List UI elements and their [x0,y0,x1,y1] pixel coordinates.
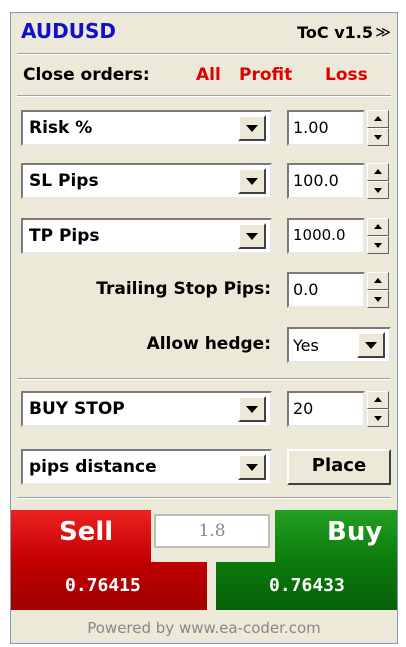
spin-up-icon[interactable] [367,218,389,236]
risk-value-input[interactable]: 1.00 [287,110,365,146]
close-all-link[interactable]: All [196,65,221,85]
pending-distance-spinner[interactable] [367,391,389,427]
trade-panel: AUDUSD ToC v1.5 ≫ Close orders: All Prof… [10,12,398,644]
dropdown-arrow-icon[interactable] [238,454,266,480]
close-orders-label: Close orders: [23,65,150,85]
dropdown-arrow-icon[interactable] [238,115,266,141]
order-type-select[interactable]: BUY STOP [21,391,272,427]
close-loss-link[interactable]: Loss [325,65,368,85]
trailing-stop-spinner[interactable] [367,272,389,308]
close-profit-link[interactable]: Profit [239,65,292,85]
divider [17,497,391,499]
dropdown-arrow-icon[interactable] [357,332,385,358]
sl-spinner[interactable] [367,163,389,199]
spin-down-icon[interactable] [367,128,389,146]
spin-up-icon[interactable] [367,163,389,181]
risk-mode-value: Risk % [29,118,93,138]
footer-credit: Powered by www.ea-coder.com [87,619,321,637]
divider [17,95,391,97]
distance-mode-value: pips distance [29,457,157,477]
distance-mode-select[interactable]: pips distance [21,449,272,485]
tp-value-input[interactable]: 1000.0 [287,218,365,254]
spin-down-icon[interactable] [367,236,389,254]
tp-spinner[interactable] [367,218,389,254]
ask-price[interactable]: 0.76433 [269,575,345,596]
allow-hedge-select[interactable]: Yes [287,327,391,363]
divider [17,53,391,55]
tp-mode-value: TP Pips [29,226,100,246]
symbol-label: AUDUSD [21,19,116,43]
spin-down-icon[interactable] [367,290,389,308]
trailing-stop-input[interactable]: 0.0 [287,272,365,308]
trailing-stop-label: Trailing Stop Pips: [96,279,271,299]
pending-distance-input[interactable]: 20 [287,391,365,427]
dropdown-arrow-icon[interactable] [238,168,266,194]
dropdown-arrow-icon[interactable] [238,223,266,249]
risk-spinner[interactable] [367,110,389,146]
tp-mode-select[interactable]: TP Pips [21,218,272,254]
spin-down-icon[interactable] [367,409,389,427]
sl-mode-value: SL Pips [29,171,99,191]
order-type-value: BUY STOP [29,399,125,419]
allow-hedge-value: Yes [293,336,319,355]
spin-up-icon[interactable] [367,110,389,128]
spin-down-icon[interactable] [367,181,389,199]
buy-label[interactable]: Buy [327,517,382,547]
bid-price[interactable]: 0.76415 [65,575,141,596]
sl-mode-select[interactable]: SL Pips [21,163,272,199]
place-button[interactable]: Place [287,449,391,485]
spin-up-icon[interactable] [367,272,389,290]
allow-hedge-label: Allow hedge: [146,334,271,354]
version-label: ToC v1.5 [297,23,373,42]
sell-label[interactable]: Sell [59,517,113,547]
spread-display: 1.8 [154,514,270,548]
spin-up-icon[interactable] [367,391,389,409]
collapse-icon[interactable]: ≫ [375,23,391,41]
dropdown-arrow-icon[interactable] [238,396,266,422]
divider [17,378,391,380]
risk-mode-select[interactable]: Risk % [21,110,272,146]
sl-value-input[interactable]: 100.0 [287,163,365,199]
